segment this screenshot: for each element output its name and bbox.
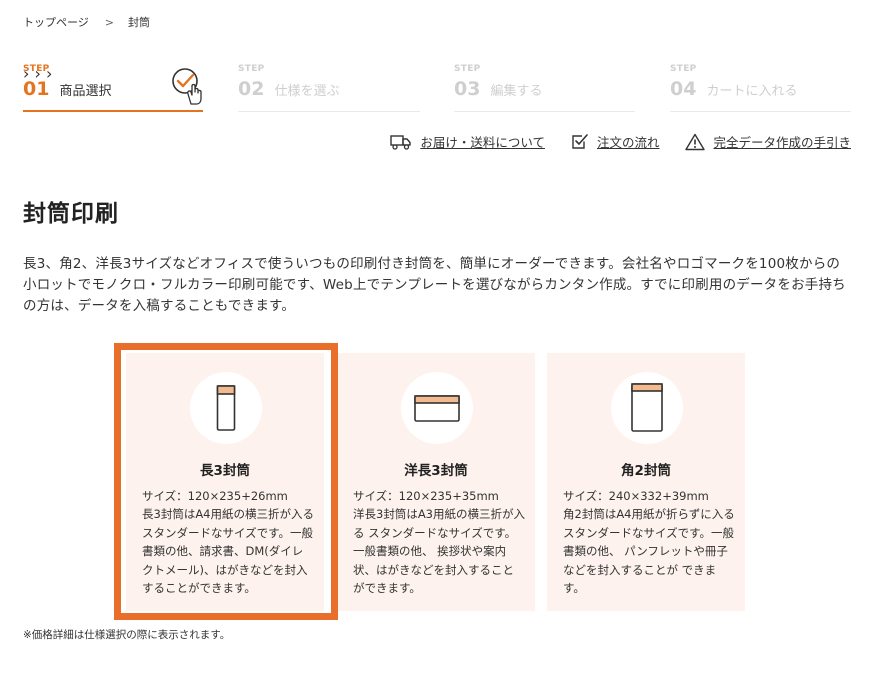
step-underline: [238, 111, 420, 112]
product-card-kaku2[interactable]: 角2封筒 サイズ：240×332+39mm 角2封筒はA4用紙が折らずに入る ス…: [547, 353, 745, 611]
step-number: 02: [238, 78, 265, 100]
product-name: 角2封筒: [621, 463, 671, 479]
breadcrumb-top-link[interactable]: トップページ: [23, 14, 89, 30]
page-title: 封筒印刷: [23, 201, 119, 227]
data-guide-link[interactable]: 完全データ作成の手引き: [685, 132, 851, 151]
step-name: 仕様を選ぶ: [274, 84, 340, 99]
product-card-younaga3[interactable]: 洋長3封筒 サイズ：120×235+35mm 洋長3封筒はA3用紙の横三折が入る…: [337, 353, 535, 611]
check-pointer-icon: [172, 68, 202, 105]
data-guide-link-label[interactable]: 完全データ作成の手引き: [713, 132, 851, 151]
info-links: お届け・送料について 注文の流れ 完全データ作成の手引き: [390, 132, 851, 151]
envelope-vertical-icon: [216, 385, 236, 431]
step-underline: [23, 110, 203, 112]
step-label: STEP: [670, 64, 697, 74]
product-text: 角2封筒はA4用紙が折らずに入る スタンダードなサイズです。一般書類の他、 パン…: [563, 507, 735, 596]
product-name: 洋長3封筒: [404, 463, 468, 479]
product-description: サイズ：120×235+26mm 長3封筒はA4用紙の横三折が入るスタンダードな…: [142, 487, 314, 597]
step-number: 01: [23, 78, 50, 100]
price-note: ※価格詳細は仕様選択の際に表示されます。: [23, 629, 231, 641]
truck-icon: [390, 134, 412, 150]
step-name: 商品選択: [59, 84, 112, 99]
product-icon-circle: [611, 372, 683, 444]
step-04: STEP 04 カートに入れる: [670, 64, 851, 112]
step-label: STEP: [454, 64, 481, 74]
step-number: 04: [670, 78, 697, 100]
step-03: STEP 03 編集する: [454, 64, 635, 112]
envelope-horizontal-icon: [414, 395, 460, 422]
product-size: サイズ：120×235+35mm: [353, 489, 499, 503]
product-description: サイズ：240×332+39mm 角2封筒はA4用紙が折らずに入る スタンダード…: [563, 487, 735, 597]
product-name: 長3封筒: [200, 463, 250, 479]
product-size: サイズ：120×235+26mm: [142, 489, 288, 503]
product-size: サイズ：240×332+39mm: [563, 489, 709, 503]
step-underline: [454, 111, 635, 112]
product-card-naga3[interactable]: 長3封筒 サイズ：120×235+26mm 長3封筒はA4用紙の横三折が入るスタ…: [126, 353, 324, 611]
step-progress: STEP 01 商品選択 › STEP 02 仕様を選ぶ › STEP 03 編…: [23, 64, 851, 114]
warning-icon: [685, 133, 706, 150]
product-text: 長3封筒はA4用紙の横三折が入るスタンダードなサイズです。一般書類の他、請求書、…: [142, 507, 314, 596]
step-name: カートに入れる: [706, 84, 798, 99]
page-description: 長3、角2、洋長3サイズなどオフィスで使ういつもの印刷付き封筒を、簡単にオーダー…: [23, 256, 846, 314]
breadcrumb-separator: >: [104, 15, 114, 29]
step-name: 編集する: [490, 84, 543, 99]
breadcrumb: トップページ > 封筒: [23, 14, 150, 30]
shipping-link-label[interactable]: お届け・送料について: [420, 132, 545, 151]
product-icon-circle: [401, 372, 473, 444]
product-description: サイズ：120×235+35mm 洋長3封筒はA3用紙の横三折が入る スタンダー…: [353, 487, 525, 597]
step-label: STEP: [238, 64, 265, 74]
envelope-large-icon: [631, 383, 663, 432]
shipping-link[interactable]: お届け・送料について: [390, 132, 545, 151]
product-text: 洋長3封筒はA3用紙の横三折が入る スタンダードなサイズです。一般書類の他、 挨…: [353, 507, 525, 596]
step-number: 03: [454, 78, 481, 100]
step-underline: [670, 111, 851, 112]
order-flow-link-label[interactable]: 注文の流れ: [597, 132, 660, 151]
product-icon-circle: [190, 372, 262, 444]
breadcrumb-current: 封筒: [128, 16, 150, 29]
step-01: STEP 01 商品選択: [23, 64, 203, 112]
step-02: STEP 02 仕様を選ぶ: [238, 64, 420, 112]
checkbox-icon: [572, 134, 588, 149]
order-flow-link[interactable]: 注文の流れ: [571, 132, 660, 151]
